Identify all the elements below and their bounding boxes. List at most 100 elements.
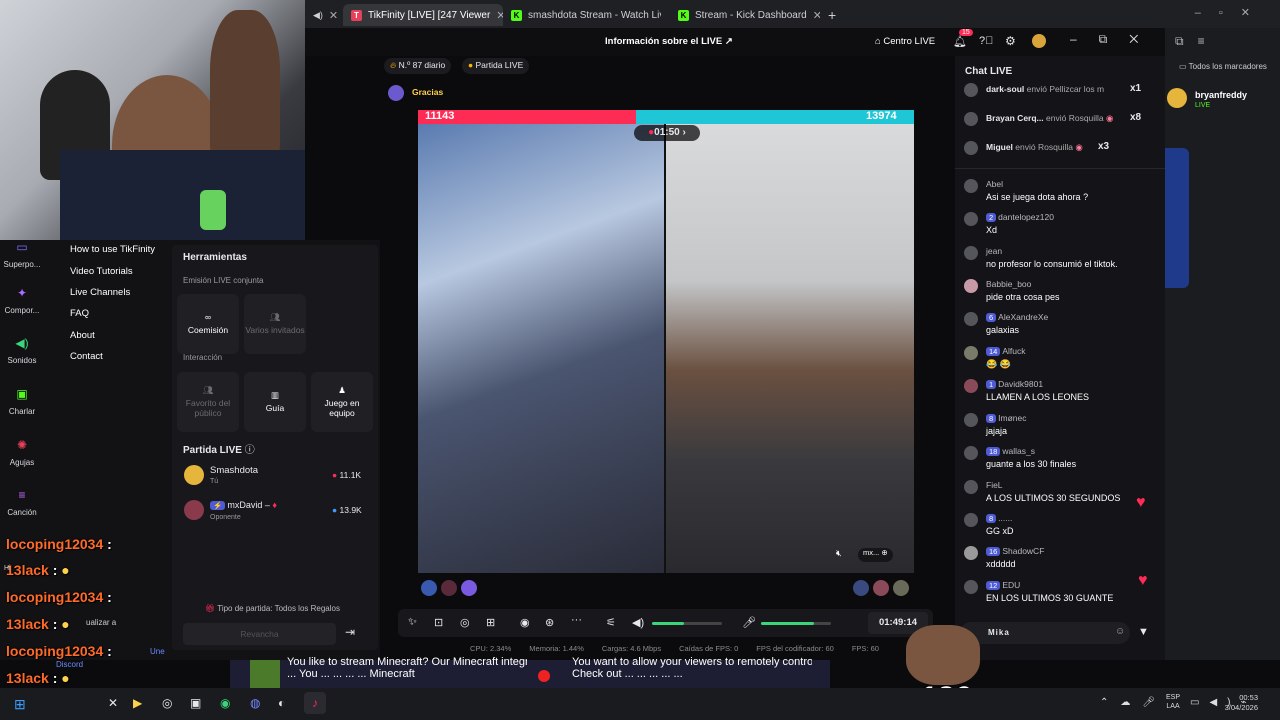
chat-username[interactable]: FieL	[986, 480, 1003, 490]
tab-smashdota[interactable]: K smashdota Stream - Watch Live ✕	[503, 4, 661, 26]
effects-icon[interactable]: ⊡	[434, 616, 443, 629]
avatar[interactable]	[964, 279, 978, 293]
help-icon[interactable]: ?⃝	[979, 35, 993, 47]
steam-icon[interactable]: ◐	[278, 696, 285, 710]
avatar[interactable]	[964, 179, 978, 193]
centro-live-button[interactable]: ⌂ Centro LIVE	[875, 36, 935, 47]
sidebar-item-cancion[interactable]: ≡ Canción	[0, 488, 44, 522]
mic-slider[interactable]	[761, 622, 831, 625]
discord-icon[interactable]: ◍	[250, 696, 260, 710]
emoji-icon[interactable]: ☺	[1115, 626, 1125, 637]
bookmarks-folder[interactable]: ▭ Todos los marcadores	[1179, 62, 1267, 71]
menu-about[interactable]: About	[70, 330, 95, 341]
juego-equipo-button[interactable]: ♟ Juego en equipo	[311, 372, 373, 432]
filter-icon[interactable]: ▼	[1138, 626, 1149, 638]
avatar[interactable]	[964, 413, 978, 427]
avatar[interactable]	[964, 379, 978, 393]
settings-sliders-icon[interactable]: ⚟	[606, 616, 616, 629]
menu-video-tutorials[interactable]: Video Tutorials	[70, 266, 133, 277]
app-icon[interactable]: ✕	[108, 696, 118, 710]
gift-user: dark-soul	[986, 84, 1025, 94]
menu-contact[interactable]: Contact	[70, 351, 103, 362]
app-icon[interactable]: ▣	[190, 696, 201, 710]
avatar[interactable]	[1167, 88, 1187, 108]
avatar[interactable]	[964, 312, 978, 326]
record-icon[interactable]: ◉	[520, 616, 530, 629]
avatar[interactable]	[964, 346, 978, 360]
opponent-mute-icon[interactable]: 🔇︎	[836, 548, 842, 559]
partida-live-badge[interactable]: ● Partida LIVE	[462, 58, 530, 74]
avatar[interactable]	[964, 212, 978, 226]
app-icon[interactable]: ◎	[162, 696, 172, 710]
close-icon[interactable]: ✕	[496, 9, 503, 22]
windows-start-icon[interactable]: ⊞	[14, 696, 26, 713]
chat-username[interactable]: dantelopez120	[998, 212, 1054, 222]
avatar[interactable]	[964, 480, 978, 494]
varios-invitados-button[interactable]: 👥︎ Varios invitados	[244, 294, 306, 354]
exit-icon[interactable]: ⇥	[345, 625, 355, 639]
opponent-supporters[interactable]	[853, 580, 913, 598]
live-info-link[interactable]: Información sobre el LIVE ↗	[605, 36, 733, 47]
more-icon[interactable]: ···	[571, 614, 582, 626]
magic-icon[interactable]: ✨︎	[408, 616, 417, 629]
tab-kick-dashboard[interactable]: K Stream - Kick Dashboard ✕	[670, 4, 820, 26]
mic-icon[interactable]: 🎤︎	[742, 616, 756, 629]
sidebar-item-agujas[interactable]: ✺ Agujas	[0, 438, 44, 472]
guia-button[interactable]: ▥ Guía	[244, 372, 306, 432]
chat-username[interactable]: Abel	[986, 179, 1003, 189]
chat-username[interactable]: Babbie_boo	[986, 279, 1031, 289]
add-icon[interactable]: ⊞	[486, 616, 495, 629]
bell-icon[interactable]: 🔔︎	[953, 35, 967, 48]
opponent-tag[interactable]: mx... ⊕	[858, 548, 893, 562]
close-icon[interactable]: ✕	[813, 9, 820, 22]
volume-slider[interactable]	[652, 622, 722, 625]
sidebar-item-charlar[interactable]: ▣ Charlar	[0, 387, 44, 421]
menu-live-channels[interactable]: Live Channels	[70, 287, 130, 298]
host-supporters[interactable]	[421, 580, 481, 598]
avatar[interactable]	[964, 546, 978, 560]
volume-icon[interactable]: ◀)	[632, 616, 644, 629]
chat-username[interactable]: ......	[998, 513, 1012, 523]
favorito-button[interactable]: 👥︎ Favorito del público	[177, 372, 239, 432]
juego-label: Juego en equipo	[324, 398, 360, 418]
browser-toolbar-icons[interactable]: ⧉≡	[1175, 34, 1219, 49]
menu-faq[interactable]: FAQ	[70, 308, 89, 319]
app-icon[interactable]: ▶	[133, 696, 142, 710]
camera-switch-icon[interactable]: ⊛	[545, 616, 554, 629]
coemision-button[interactable]: ∞ Coemisión	[177, 294, 239, 354]
window-controls[interactable]: –⧉✕	[1070, 32, 1160, 47]
new-tab-button[interactable]: +	[820, 4, 840, 26]
tray-icons[interactable]: ⌃☁🎤︎	[1100, 697, 1167, 708]
battle-timer[interactable]: ●01:50 ›	[634, 125, 700, 141]
gear-icon[interactable]: ⚙	[1005, 34, 1016, 48]
tab-tikfinity[interactable]: T TikFinity [LIVE] [247 Viewer ✕	[343, 4, 503, 26]
avatar[interactable]	[964, 446, 978, 460]
chat-username[interactable]: EDU	[1002, 580, 1020, 590]
language-indicator[interactable]: ESP LAA	[1166, 693, 1180, 711]
window-controls[interactable]: –▫✕	[1195, 6, 1268, 19]
chrome-icon[interactable]: ◉	[220, 696, 230, 710]
chat-username[interactable]: Alfuck	[1002, 346, 1025, 356]
chat-username[interactable]: Imønec	[998, 413, 1026, 423]
menu-how-to-use[interactable]: How to use TikFinity	[70, 244, 155, 255]
sidebar-item-compor[interactable]: ✦ Compor...	[0, 286, 44, 320]
chat-input[interactable]: Mika ☺	[960, 622, 1130, 644]
tiktok-icon[interactable]: ♪	[304, 692, 326, 714]
tab-audio-controls[interactable]: ◀) ✕	[305, 4, 345, 26]
avatar[interactable]	[964, 513, 978, 527]
chat-username[interactable]: wallas_s	[1002, 446, 1035, 456]
chat-username[interactable]: Davidk9801	[998, 379, 1043, 389]
avatar[interactable]	[1032, 34, 1046, 48]
avatar[interactable]	[964, 246, 978, 260]
daily-rank-badge[interactable]: 🔥︎ N.º 87 diario	[384, 58, 452, 74]
chat-username[interactable]: jean	[986, 246, 1002, 256]
chat-username[interactable]: ShadowCF	[1002, 546, 1044, 556]
sidebar-item-sonidos[interactable]: ◀) Sonidos	[0, 336, 44, 370]
help-icon[interactable]: ⓘ	[245, 445, 255, 456]
clock[interactable]: 00:53 3/04/2026	[1220, 693, 1258, 713]
overlay-user: 13lack	[6, 670, 49, 686]
chat-username[interactable]: AleXandreXe	[998, 312, 1048, 322]
sidebar-item-superpo[interactable]: ▭ Superpo...	[0, 240, 44, 274]
avatar[interactable]	[964, 580, 978, 594]
enhance-icon[interactable]: ◎	[460, 616, 470, 629]
